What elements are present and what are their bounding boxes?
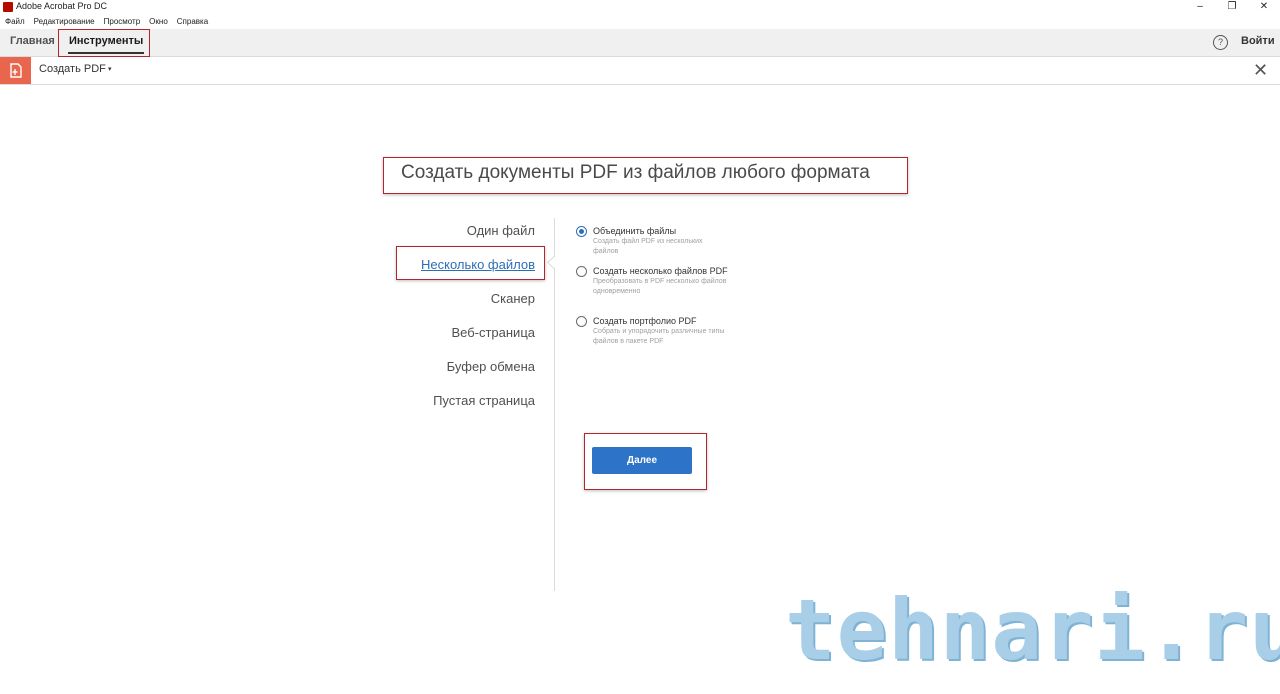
category-blank-page[interactable]: Пустая страница <box>433 393 535 408</box>
highlight-box-tools <box>58 29 150 57</box>
top-nav: Главная Инструменты <box>0 29 1280 57</box>
highlight-box-title <box>383 157 908 194</box>
selection-pointer <box>547 256 560 269</box>
help-icon[interactable]: ? <box>1213 35 1228 50</box>
option-description: Преобразовать в PDF несколько файлов одн… <box>593 278 727 295</box>
acrobat-icon <box>3 2 13 12</box>
option-description: Создать файл PDF из нескольких файлов <box>593 238 703 255</box>
menu-view[interactable]: Просмотр <box>104 15 141 29</box>
radio-combine-files[interactable] <box>576 226 587 237</box>
category-web-page[interactable]: Веб-страница <box>451 325 535 340</box>
menu-window[interactable]: Окно <box>149 15 168 29</box>
highlight-box-category <box>396 246 545 280</box>
radio-multiple-pdfs[interactable] <box>576 266 587 277</box>
option-description: Собрать и упорядочить различные типы фай… <box>593 328 725 345</box>
window-controls: – ❐ ✕ <box>1184 0 1280 15</box>
restore-button[interactable]: ❐ <box>1216 0 1248 15</box>
title-bar: Adobe Acrobat Pro DC – ❐ ✕ <box>0 0 1280 15</box>
vertical-divider <box>554 218 555 591</box>
close-window-button[interactable]: ✕ <box>1248 0 1280 15</box>
tool-title[interactable]: Создать PDF <box>39 57 106 82</box>
window-title: Adobe Acrobat Pro DC <box>16 1 108 11</box>
minimize-button[interactable]: – <box>1184 0 1216 15</box>
radio-pdf-portfolio[interactable] <box>576 316 587 327</box>
menu-edit[interactable]: Редактирование <box>34 15 95 29</box>
signin-button[interactable]: Войти <box>1241 29 1275 54</box>
tab-home[interactable]: Главная <box>10 29 55 56</box>
close-icon[interactable]: ✕ <box>1253 61 1268 79</box>
menu-file[interactable]: Файл <box>5 15 25 29</box>
option-title: Создать портфолио PDF <box>593 316 697 326</box>
option-title: Объединить файлы <box>593 226 677 236</box>
watermark: tehnari.ru <box>785 581 1280 679</box>
menu-bar: Файл Редактирование Просмотр Окно Справк… <box>0 15 1280 29</box>
category-scanner[interactable]: Сканер <box>491 291 535 306</box>
option-title: Создать несколько файлов PDF <box>593 266 728 276</box>
category-clipboard[interactable]: Буфер обмена <box>447 359 535 374</box>
chevron-down-icon[interactable]: ▾ <box>108 57 112 82</box>
highlight-box-next <box>584 433 707 490</box>
category-single-file[interactable]: Один файл <box>467 223 535 238</box>
create-pdf-icon[interactable] <box>0 57 31 84</box>
menu-help[interactable]: Справка <box>177 15 208 29</box>
tool-bar: Создать PDF ▾ ✕ <box>0 57 1280 85</box>
